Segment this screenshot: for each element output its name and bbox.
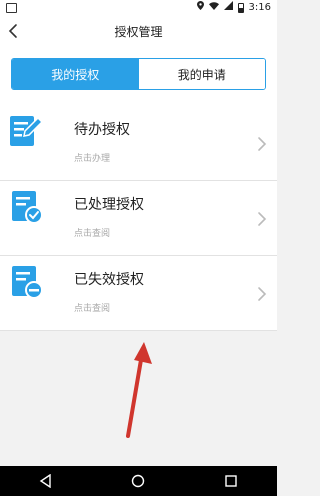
back-button[interactable] <box>6 22 22 40</box>
list-item-pending[interactable]: 待办授权 点击办理 <box>0 106 277 181</box>
list-item-title: 待办授权 <box>74 122 130 138</box>
triangle-back-icon <box>39 474 51 488</box>
square-recents-icon <box>225 475 237 487</box>
list-item-processed[interactable]: 已处理授权 点击查阅 <box>0 181 277 256</box>
chevron-left-icon <box>8 24 17 38</box>
gallery-icon <box>6 3 17 13</box>
chevron-right-icon <box>258 137 267 151</box>
list-item-subtitle: 点击办理 <box>74 154 111 164</box>
title-bar: 授权管理 <box>0 16 277 46</box>
nav-recents-button[interactable] <box>223 473 239 489</box>
page-title: 授权管理 <box>114 24 163 39</box>
list-item-expired[interactable]: 已失效授权 点击查阅 <box>0 256 277 331</box>
tab-my-applications[interactable]: 我的申请 <box>138 59 265 89</box>
list-item-subtitle: 点击查阅 <box>74 229 111 239</box>
nav-back-button[interactable] <box>38 473 54 489</box>
navigation-bar <box>0 466 277 496</box>
wifi-icon <box>208 0 219 16</box>
segmented-tabs: 我的授权 我的申请 <box>11 58 266 90</box>
list-item-title: 已失效授权 <box>74 272 144 288</box>
edit-document-icon <box>10 116 44 146</box>
approved-document-icon <box>12 191 43 224</box>
list-item-title: 已处理授权 <box>74 197 144 213</box>
status-bar: 3:16 <box>0 0 277 16</box>
expired-document-icon <box>12 266 43 299</box>
annotation-arrow-icon <box>126 342 152 438</box>
battery-icon <box>237 3 244 13</box>
chevron-right-icon <box>258 287 267 301</box>
list-item-subtitle: 点击查阅 <box>74 304 111 314</box>
authorization-list: 待办授权 点击办理 已处理授权 点击查阅 已失效授权 点击查阅 <box>0 106 277 331</box>
tab-my-authorizations[interactable]: 我的授权 <box>12 59 139 89</box>
status-time: 3:16 <box>248 2 271 13</box>
tab-area: 我的授权 我的申请 <box>0 46 277 106</box>
signal-icon <box>223 0 233 16</box>
chevron-right-icon <box>258 212 267 226</box>
location-icon <box>196 0 204 16</box>
circle-home-icon <box>132 474 145 488</box>
nav-home-button[interactable] <box>130 473 146 489</box>
